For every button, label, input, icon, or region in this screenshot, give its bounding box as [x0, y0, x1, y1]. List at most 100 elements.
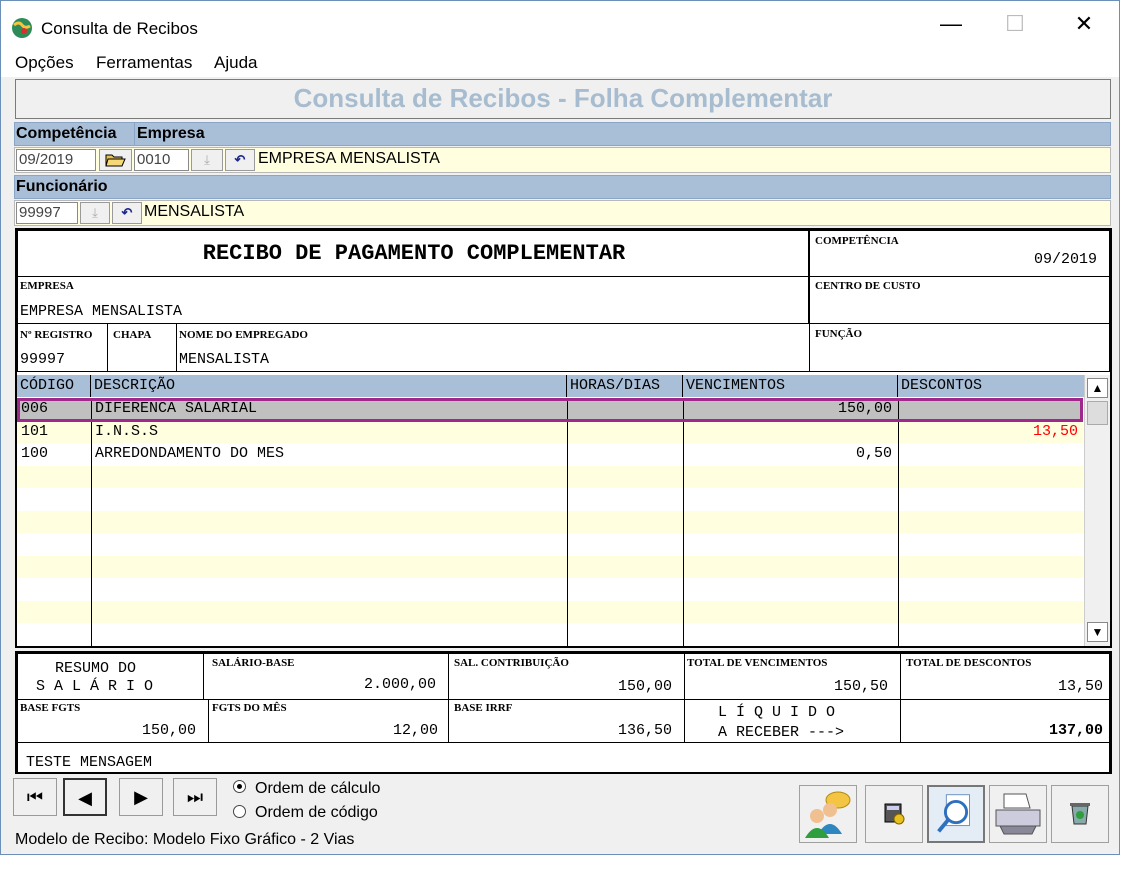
- funcao-cell: FUNÇÃO: [809, 323, 1110, 372]
- funcionario-undo-button[interactable]: ↶: [112, 202, 142, 224]
- col-horas[interactable]: HORAS/DIAS: [567, 375, 683, 397]
- col-descricao[interactable]: DESCRIÇÃO: [91, 375, 567, 397]
- competencia-cell: COMPETÊNCIA 09/2019: [809, 230, 1110, 277]
- next-record-button[interactable]: ▶: [119, 778, 163, 816]
- recycle-bin-icon: [1070, 803, 1090, 825]
- registro-cell: Nº REGISTRO 99997: [17, 323, 108, 372]
- grid-scrollbar[interactable]: ▲ ▼: [1084, 375, 1110, 646]
- undo-icon: ↶: [234, 152, 246, 167]
- grid-body: 006 DIFERENCA SALARIAL 150,00 101 I.N.S.S 13,…: [17, 398, 1084, 646]
- funcao-label: FUNÇÃO: [815, 328, 863, 340]
- nome-cell: NOME DO EMPREGADO MENSALISTA: [176, 323, 810, 372]
- radio-dot: [237, 784, 242, 789]
- table-row[interactable]: [17, 510, 1083, 533]
- total-desc-label: TOTAL DE DESCONTOS: [906, 657, 1032, 669]
- users-chat-button[interactable]: [799, 785, 857, 843]
- table-row[interactable]: [17, 600, 1083, 623]
- scroll-thumb[interactable]: [1087, 401, 1108, 425]
- registro-label: Nº REGISTRO: [20, 329, 93, 341]
- download-arrow-icon: ⤓: [204, 152, 210, 167]
- scroll-up-arrow-icon[interactable]: ▲: [1087, 378, 1108, 398]
- table-row[interactable]: 101 I.N.S.S 13,50: [17, 420, 1083, 443]
- cell-codigo: 100: [21, 445, 49, 462]
- competencia-empresa-row: 09/2019 0010 ⤓ ↶ EMPRESA MENSALISTA: [14, 147, 1111, 173]
- column-divider: [898, 398, 899, 646]
- total-desc-cell: TOTAL DE DESCONTOS 13,50: [900, 653, 1110, 700]
- liquido-line1: L Í Q U I D O: [718, 704, 836, 721]
- receipt-empresa-label: EMPRESA: [20, 280, 74, 292]
- cell-codigo: 101: [21, 422, 49, 440]
- empresa-search-button[interactable]: ⤓: [191, 149, 223, 171]
- competencia-field[interactable]: 09/2019: [16, 149, 96, 171]
- menu-ferramentas[interactable]: Ferramentas: [96, 53, 192, 73]
- app-globe-icon: [12, 18, 32, 38]
- funcionario-label: Funcionário: [16, 178, 108, 195]
- fgts-mes-label: FGTS DO MÊS: [212, 702, 287, 714]
- base-fgts-cell: BASE FGTS 150,00: [17, 699, 209, 743]
- centro-custo-cell: CENTRO DE CUSTO: [809, 276, 1110, 324]
- title-bar: Consulta de Recibos — ☐ ✕: [1, 1, 1119, 47]
- first-record-button[interactable]: ⏮: [13, 778, 57, 816]
- empresa-undo-button[interactable]: ↶: [225, 149, 255, 171]
- close-button[interactable]: ✕: [1062, 9, 1106, 39]
- scroll-down-arrow-icon[interactable]: ▼: [1087, 622, 1108, 642]
- table-row[interactable]: [17, 578, 1083, 601]
- fgts-mes-cell: FGTS DO MÊS 12,00: [208, 699, 449, 743]
- page-title: Consulta de Recibos - Folha Complementar: [15, 79, 1111, 119]
- liquido-value-cell: 137,00: [900, 699, 1110, 743]
- ordem-codigo-radio[interactable]: [233, 805, 246, 818]
- menu-opcoes[interactable]: Opções: [15, 53, 74, 73]
- cell-vencimentos: 0,50: [855, 445, 892, 462]
- app-window: Consulta de Recibos — ☐ ✕ Opções Ferrame…: [0, 0, 1120, 855]
- col-descontos[interactable]: DESCONTOS: [898, 375, 1084, 397]
- table-row[interactable]: [17, 555, 1083, 578]
- funcionario-code-field[interactable]: 99997: [16, 202, 78, 224]
- table-row[interactable]: 100 ARREDONDAMENTO DO MES 0,50: [17, 443, 1083, 466]
- cell-descontos: 13,50: [1032, 422, 1078, 440]
- preview-button[interactable]: [927, 785, 985, 843]
- ordem-calculo-radio[interactable]: [233, 780, 246, 793]
- receipt-competencia-value: 09/2019: [1033, 251, 1097, 268]
- cell-descricao: ARREDONDAMENTO DO MES: [95, 445, 285, 462]
- maximize-button[interactable]: ☐: [993, 9, 1037, 39]
- ordem-calculo-label[interactable]: Ordem de cálculo: [255, 780, 380, 798]
- liquido-label-cell: L Í Q U I D O A RECEBER --->: [684, 699, 901, 743]
- sal-contrib-cell: SAL. CONTRIBUIÇÃO 150,00: [448, 653, 685, 700]
- table-row[interactable]: [17, 623, 1083, 646]
- print-button[interactable]: [989, 785, 1047, 843]
- menu-ajuda[interactable]: Ajuda: [214, 53, 257, 73]
- table-row[interactable]: [17, 465, 1083, 488]
- chapa-label: CHAPA: [113, 329, 152, 341]
- col-vencimentos[interactable]: VENCIMENTOS: [683, 375, 898, 397]
- receipt-empresa-value: EMPRESA MENSALISTA: [20, 303, 183, 320]
- empresa-code-field[interactable]: 0010: [134, 149, 189, 171]
- window-title: Consulta de Recibos: [41, 19, 198, 38]
- delete-button[interactable]: [1051, 785, 1109, 843]
- prev-record-button[interactable]: ◀: [63, 778, 107, 816]
- total-venc-label: TOTAL DE VENCIMENTOS: [687, 657, 828, 669]
- col-codigo[interactable]: CÓDIGO: [17, 375, 91, 397]
- summary-panel: RESUMO DO S A L Á R I O SALÁRIO-BASE 2.0…: [15, 651, 1112, 774]
- mensagem-cell: TESTE MENSAGEM: [17, 742, 1110, 772]
- base-irrf-value: 136,50: [617, 722, 672, 739]
- receipt-competencia-label: COMPETÊNCIA: [815, 235, 899, 247]
- table-row[interactable]: [17, 488, 1083, 511]
- base-fgts-label: BASE FGTS: [20, 702, 81, 714]
- ordem-codigo-label[interactable]: Ordem de código: [255, 804, 378, 822]
- prev-icon: ◀: [78, 788, 92, 808]
- settings-button[interactable]: [865, 785, 923, 843]
- funcionario-name: MENSALISTA: [144, 203, 245, 220]
- total-venc-cell: TOTAL DE VENCIMENTOS 150,50: [684, 653, 901, 700]
- salario-base-label: SALÁRIO-BASE: [212, 657, 295, 669]
- last-record-button[interactable]: ⏭: [173, 778, 217, 816]
- minimize-button[interactable]: —: [929, 9, 973, 39]
- open-folder-button[interactable]: [99, 149, 132, 171]
- base-irrf-label: BASE IRRF: [454, 702, 513, 714]
- total-desc-value: 13,50: [1057, 678, 1103, 695]
- resumo-line1: RESUMO DO: [55, 660, 137, 677]
- table-row[interactable]: [17, 533, 1083, 556]
- empresa-name: EMPRESA MENSALISTA: [258, 150, 440, 167]
- resumo-cell: RESUMO DO S A L Á R I O: [17, 653, 204, 700]
- funcionario-search-button[interactable]: ⤓: [80, 202, 110, 224]
- competencia-empresa-header: Competência Empresa: [14, 122, 1111, 146]
